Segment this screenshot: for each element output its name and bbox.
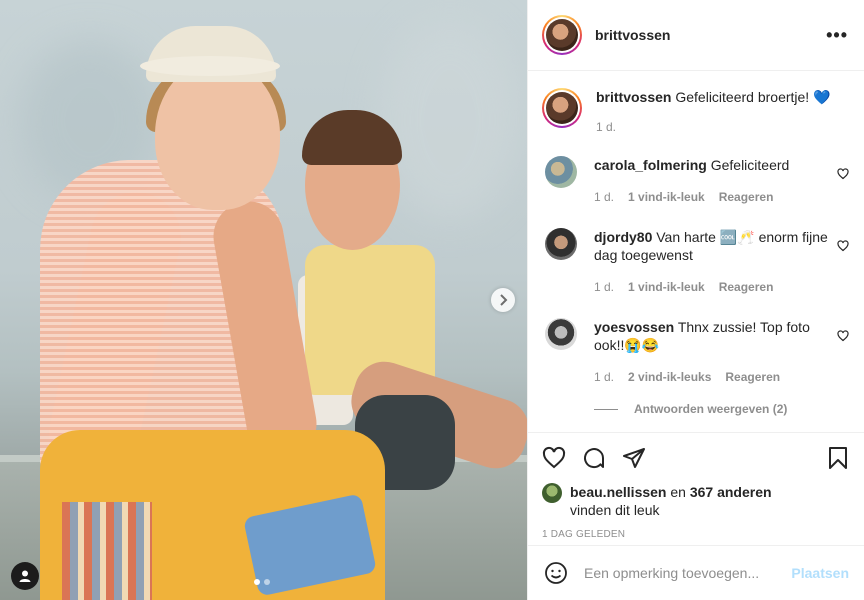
liker-username[interactable]: beau.nellissen — [570, 484, 666, 500]
caption-time[interactable]: 1 d. — [596, 118, 616, 136]
comment-time[interactable]: 1 d. — [594, 368, 614, 386]
post-caption: brittvossen Gefeliciteerd broertje! 💙 1 … — [542, 88, 849, 136]
heart-icon — [542, 446, 566, 469]
commenter-username[interactable]: yoesvossen — [594, 319, 674, 335]
caption-text: Gefeliciteerd broertje! 💙 — [675, 89, 831, 105]
commenter-avatar[interactable] — [545, 228, 577, 260]
commenter-avatar[interactable] — [545, 156, 577, 188]
comment-like-icon[interactable] — [837, 168, 849, 180]
comment-like-icon[interactable] — [837, 330, 849, 342]
comment-bubble-icon — [584, 448, 604, 469]
emoji-icon[interactable] — [544, 561, 568, 585]
reply-button[interactable]: Reageren — [719, 278, 774, 296]
comment-like-icon[interactable] — [837, 240, 849, 252]
likes-connector: en — [670, 484, 686, 500]
carousel-dot — [254, 579, 260, 585]
post-side-panel: brittvossen ••• brittvossen Gefeliciteer… — [527, 0, 864, 600]
paper-plane-icon — [623, 448, 645, 468]
caption-username[interactable]: brittvossen — [596, 89, 671, 105]
wall-texture — [380, 20, 520, 220]
carousel-dot — [264, 579, 270, 585]
commenter-username[interactable]: carola_folmering — [594, 157, 707, 173]
more-options-icon[interactable]: ••• — [826, 25, 848, 46]
post-photo[interactable] — [0, 0, 527, 600]
comment-likes[interactable]: 1 vind-ik-leuk — [628, 278, 705, 296]
girl-face — [155, 60, 280, 210]
post-comment-button[interactable]: Plaatsen — [791, 565, 849, 581]
likes-summary: beau.nellissen en 367 anderen vinden dit… — [542, 483, 849, 519]
comment-item: carola_folmering Gefeliciteerd 1 d. 1 vi… — [542, 156, 849, 206]
comment-time[interactable]: 1 d. — [594, 278, 614, 296]
reply-button[interactable]: Reageren — [719, 188, 774, 206]
comment-likes[interactable]: 2 vind-ik-leuks — [628, 368, 711, 386]
user-icon — [19, 570, 31, 582]
carousel-indicator — [254, 579, 270, 585]
view-replies-label: Antwoorden weergeven (2) — [634, 402, 788, 416]
tagged-users-button[interactable] — [11, 562, 39, 590]
comment-input[interactable] — [584, 565, 792, 581]
shorts-plaid-patch — [62, 502, 152, 600]
reply-button[interactable]: Reageren — [725, 368, 780, 386]
post-header: brittvossen ••• — [528, 0, 864, 71]
comment-likes[interactable]: 1 vind-ik-leuk — [628, 188, 705, 206]
comment-time[interactable]: 1 d. — [594, 188, 614, 206]
next-photo-button[interactable] — [491, 288, 515, 312]
girl-cap-brim — [140, 56, 280, 76]
comment-button[interactable] — [582, 446, 606, 470]
post-actions: beau.nellissen en 367 anderen vinden dit… — [528, 432, 864, 540]
replies-divider — [594, 408, 618, 410]
liker-avatar[interactable] — [542, 483, 562, 503]
chevron-right-icon — [500, 294, 508, 306]
likes-others[interactable]: 367 anderen — [690, 484, 772, 500]
comments-list: brittvossen Gefeliciteerd broertje! 💙 1 … — [528, 72, 864, 432]
share-button[interactable] — [622, 446, 646, 470]
comment-item: djordy80 Van harte 🆒🥂 enorm fijne dag to… — [542, 228, 849, 296]
like-button[interactable] — [542, 446, 566, 470]
comment-text: Gefeliciteerd — [710, 157, 790, 173]
post-date[interactable]: 1 DAG GELEDEN — [542, 529, 849, 540]
add-comment-bar: Plaatsen — [528, 545, 864, 600]
view-replies-button[interactable]: Antwoorden weergeven (2) — [594, 402, 849, 416]
author-username[interactable]: brittvossen — [595, 27, 826, 43]
likes-suffix: vinden dit leuk — [570, 502, 660, 518]
commenter-avatar[interactable] — [545, 318, 577, 350]
bookmark-icon — [829, 447, 847, 469]
comment-item: yoesvossen Thnx zussie! Top foto ook!!😭😂… — [542, 318, 849, 386]
save-button[interactable] — [827, 446, 849, 470]
author-avatar[interactable] — [542, 15, 582, 55]
caption-avatar[interactable] — [542, 88, 582, 128]
commenter-username[interactable]: djordy80 — [594, 229, 652, 245]
